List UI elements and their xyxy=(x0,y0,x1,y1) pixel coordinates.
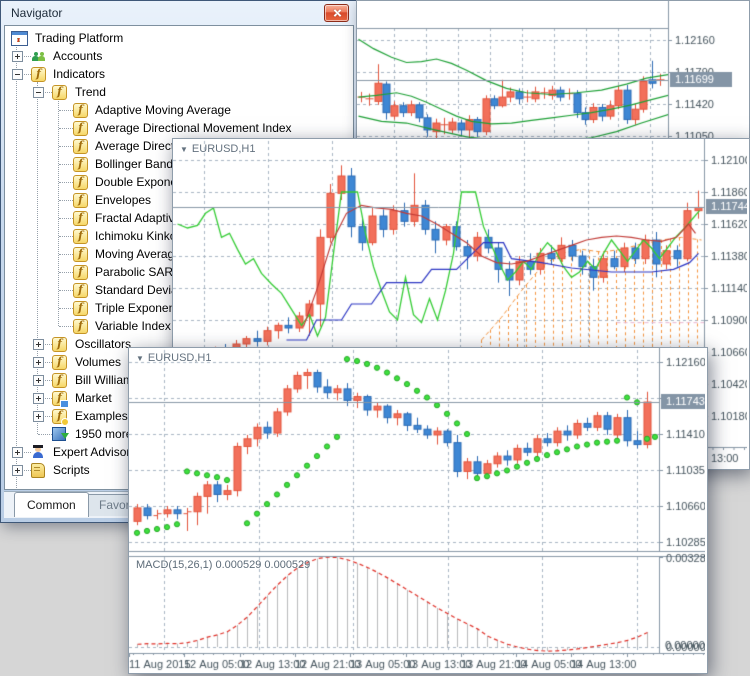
tree-item-label: Parabolic SAR xyxy=(95,265,173,279)
tree-connector-stub xyxy=(59,308,73,309)
expand-icon[interactable] xyxy=(12,465,23,476)
tree-item-label: Envelopes xyxy=(95,193,151,207)
chevron-down-icon[interactable]: ▼ xyxy=(136,354,144,363)
function-icon: f xyxy=(73,319,88,334)
expand-icon[interactable] xyxy=(33,357,44,368)
function-icon: f xyxy=(73,193,88,208)
desktop: Navigator Trading Platform Accounts f Indic… xyxy=(0,0,750,676)
tree-item-label: Trend xyxy=(75,85,106,99)
tree-connector-stub xyxy=(59,182,73,183)
close-icon xyxy=(332,9,341,18)
chart-window-bollinger xyxy=(356,0,750,152)
navigator-titlebar[interactable]: Navigator xyxy=(5,1,353,25)
function-icon: f xyxy=(52,85,67,100)
chart-window-parabolic-sar: ▼ EURUSD,H1 MACD(15,26,1) 0.000529 0.0005… xyxy=(128,347,708,674)
tree-item-label: Oscillators xyxy=(75,337,131,351)
chart-title: ▼ EURUSD,H1 xyxy=(136,352,212,364)
function-icon: f xyxy=(73,283,88,298)
chart-canvas-parabolic-sar[interactable] xyxy=(129,348,705,671)
function-icon: f xyxy=(73,265,88,280)
collapse-icon[interactable] xyxy=(12,69,23,80)
chevron-down-icon[interactable]: ▼ xyxy=(180,145,188,154)
function-icon: f xyxy=(73,211,88,226)
chart-symbol-label: EURUSD,H1 xyxy=(148,352,212,364)
tree-item-label: Indicators xyxy=(53,67,105,81)
tree-item-trend[interactable]: f Trend xyxy=(5,83,353,101)
download-more-icon xyxy=(52,427,66,441)
function-icon: f xyxy=(73,103,88,118)
expand-icon[interactable] xyxy=(33,375,44,386)
close-button[interactable] xyxy=(324,4,349,22)
expand-icon[interactable] xyxy=(33,393,44,404)
accounts-icon xyxy=(31,49,47,62)
script-icon xyxy=(31,463,45,478)
chart-title: ▼ EURUSD,H1 xyxy=(180,143,256,155)
tree-connector-stub xyxy=(59,236,73,237)
expand-icon[interactable] xyxy=(12,51,23,62)
tree-connector-stub xyxy=(59,128,73,129)
expand-icon[interactable] xyxy=(33,411,44,422)
macd-indicator-label: MACD(15,26,1) 0.000529 0.000529 xyxy=(136,559,310,571)
tree-connector-stub xyxy=(59,290,73,291)
function-icon: f xyxy=(73,301,88,316)
tree-item-label: Moving Average xyxy=(95,247,181,261)
tree-item-label: Examples xyxy=(75,409,128,423)
function-icon: f xyxy=(73,247,88,262)
tab-common[interactable]: Common xyxy=(14,492,89,517)
tree-item-label: Market xyxy=(75,391,112,405)
tree-connector-stub xyxy=(59,272,73,273)
function-icon: f xyxy=(31,67,46,82)
function-icon: f xyxy=(52,355,67,370)
tree-item-label: Bollinger Bands xyxy=(95,157,179,171)
expand-icon[interactable] xyxy=(12,447,23,458)
tree-item-label: Expert Advisors xyxy=(53,445,136,459)
tree-item-label: Adaptive Moving Average xyxy=(95,103,231,117)
tree-connector-stub xyxy=(38,434,52,435)
tree-item-adaptive-moving-average[interactable]: f Adaptive Moving Average xyxy=(5,101,353,119)
tree-item-accounts[interactable]: Accounts xyxy=(5,47,353,65)
function-icon: f xyxy=(52,337,67,352)
tree-connector-stub xyxy=(59,164,73,165)
function-icon: f xyxy=(73,157,88,172)
tree-connector-stub xyxy=(59,218,73,219)
function-icon: f xyxy=(52,373,67,388)
tree-connector-stub xyxy=(59,146,73,147)
tree-connector-stub xyxy=(59,110,73,111)
function-icon: f xyxy=(73,175,88,190)
function-icon: f xyxy=(73,229,88,244)
chart-canvas-bollinger[interactable] xyxy=(357,1,747,149)
tree-connector-stub xyxy=(59,254,73,255)
tree-item-label: Scripts xyxy=(53,463,90,477)
navigator-title: Navigator xyxy=(11,6,62,20)
function-icon: f xyxy=(73,121,88,136)
function-icon: f xyxy=(73,139,88,154)
tree-item-label: Volumes xyxy=(75,355,121,369)
chart-symbol-label: EURUSD,H1 xyxy=(192,143,256,155)
expand-icon[interactable] xyxy=(33,339,44,350)
tree-connector-stub xyxy=(59,326,73,327)
tree-item-average-directional-movement-index[interactable]: f Average Directional Movement Index xyxy=(5,119,353,137)
expert-advisor-icon xyxy=(31,445,45,458)
function-icon: f xyxy=(52,391,67,406)
tree-item-label: Average Directional Movement Index xyxy=(95,121,292,135)
tree-item-trading-platform[interactable]: Trading Platform xyxy=(5,29,353,47)
tree-item-label: Accounts xyxy=(53,49,102,63)
tree-item-label: Trading Platform xyxy=(35,31,123,45)
trading-platform-icon xyxy=(11,31,28,46)
tree-item-indicators[interactable]: f Indicators xyxy=(5,65,353,83)
collapse-icon[interactable] xyxy=(33,87,44,98)
function-icon: f xyxy=(52,409,67,424)
tree-connector-stub xyxy=(59,200,73,201)
